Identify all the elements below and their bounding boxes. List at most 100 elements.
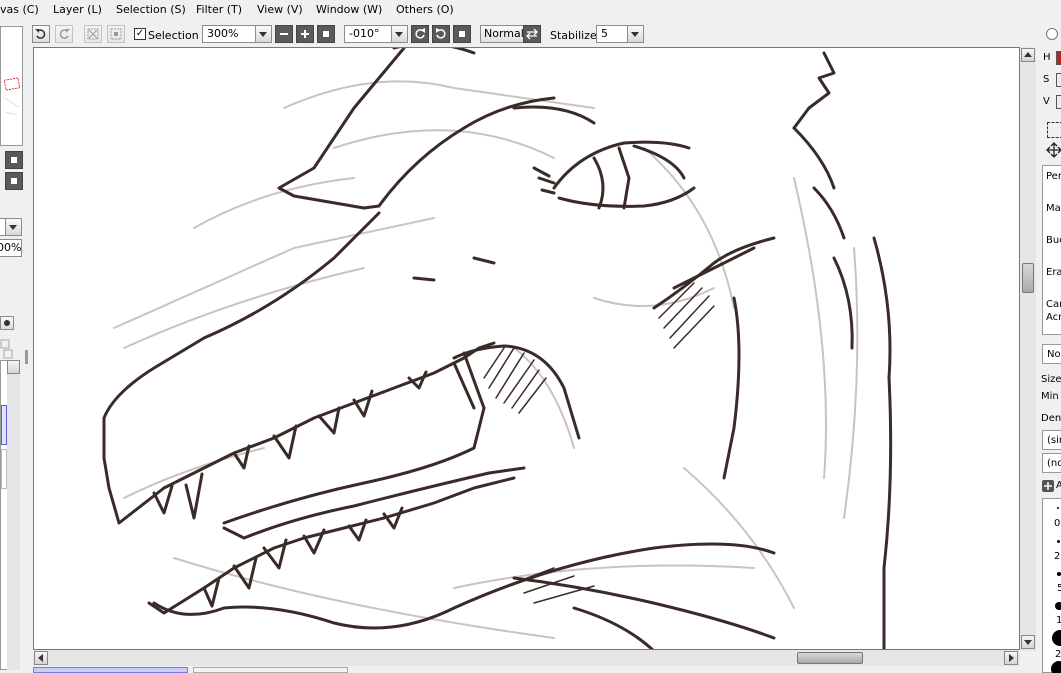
canvas-vertical-scrollbar[interactable] [1020, 47, 1036, 651]
brush-size-list: 0. 2. 5 1( 2 [1042, 498, 1061, 673]
redo-button[interactable] [55, 25, 73, 43]
navigator-thumbnail [2, 77, 21, 116]
rough-sketch-lines [113, 80, 859, 639]
rotation-reset-button[interactable] [453, 25, 471, 43]
select-tool-icon[interactable] [1047, 122, 1061, 138]
canvas-tab[interactable] [193, 667, 348, 673]
deselect-icon [87, 28, 99, 40]
navigator-preview [0, 26, 23, 146]
square-icon [323, 31, 329, 37]
selection-label: Selection [148, 29, 199, 42]
scroll-up-button[interactable] [7, 360, 20, 374]
canvas-horizontal-scrollbar[interactable] [33, 650, 1020, 666]
flip-view-button[interactable] [523, 25, 541, 43]
tool-acrylic[interactable]: Acr [1046, 312, 1061, 323]
size-label: Size [1041, 374, 1061, 385]
min-size-label: Min [1041, 391, 1059, 402]
zoom-out-button[interactable] [275, 25, 293, 43]
brush-blend-select[interactable]: No [1042, 344, 1061, 364]
chevron-down-icon [5, 219, 21, 235]
chevron-down-icon [627, 26, 643, 42]
flip-icon [526, 28, 538, 40]
triangle-down-icon [1024, 640, 1032, 645]
menu-window[interactable]: Window (W) [316, 3, 382, 16]
invert-selection-button[interactable] [107, 25, 125, 43]
horizontal-scroll-thumb[interactable] [797, 652, 863, 664]
rotate-left-button[interactable] [411, 25, 429, 43]
menu-view[interactable]: View (V) [257, 3, 303, 16]
chevron-down-icon [255, 26, 271, 42]
brush-dot[interactable] [1057, 507, 1059, 509]
rotation-value: -010° [349, 27, 380, 40]
scroll-up-button[interactable] [1021, 48, 1035, 62]
color-wheel-radio-icon[interactable] [1045, 27, 1059, 41]
nav-button-2[interactable] [5, 172, 23, 190]
menu-filter[interactable]: Filter (T) [196, 3, 242, 16]
zoom-reset-button[interactable] [317, 25, 335, 43]
brush-size-2[interactable]: 2. [1054, 551, 1061, 562]
canvas-tab-active[interactable] [33, 667, 188, 673]
menu-others[interactable]: Others (O) [396, 3, 454, 16]
square-icon [459, 31, 465, 37]
rotate-right-icon [436, 28, 446, 39]
layer-radio-button[interactable] [0, 316, 14, 330]
brush-dot[interactable] [1051, 661, 1061, 673]
saturation-slider[interactable] [1056, 73, 1061, 87]
triangle-right-icon [1009, 654, 1014, 662]
scroll-left-button[interactable] [34, 651, 48, 665]
brush-dot[interactable] [1057, 572, 1061, 576]
menu-layer[interactable]: Layer (L) [53, 3, 102, 16]
menu-canvas[interactable]: vas (C) [0, 3, 39, 16]
layer-opacity[interactable]: 00% [0, 239, 22, 257]
tool-pen[interactable]: Pen [1046, 171, 1061, 182]
brush-size-4[interactable]: 1( [1056, 615, 1061, 626]
brush-dot[interactable] [1055, 602, 1061, 610]
triangle-left-icon [38, 654, 43, 662]
layer-blend-select[interactable] [0, 218, 22, 236]
zoom-in-button[interactable] [296, 25, 314, 43]
rotate-right-button[interactable] [432, 25, 450, 43]
saturation-label: S [1043, 74, 1050, 85]
plus-icon [1044, 482, 1052, 490]
tool-bucket[interactable]: Buc [1046, 235, 1061, 246]
deselect-button[interactable] [84, 25, 102, 43]
nav-button-1[interactable] [5, 151, 23, 169]
opacity-value: 00% [0, 241, 22, 254]
menu-selection[interactable]: Selection (S) [116, 3, 186, 16]
brush-size-1[interactable]: 0. [1054, 518, 1061, 529]
ink-outline-lines [102, 48, 893, 649]
brush-blend-value: No [1047, 349, 1061, 360]
tool-eraser[interactable]: Era [1046, 267, 1061, 278]
stabilizer-label: Stabilizer [550, 29, 602, 42]
new-layer-icon [0, 339, 13, 359]
move-tool-icon[interactable] [1046, 142, 1061, 158]
brush-texture-value: (no [1047, 458, 1061, 469]
stabilizer-select[interactable]: 5 [596, 25, 644, 43]
hue-slider[interactable] [1056, 51, 1061, 65]
tool-marker[interactable]: Mar [1046, 203, 1061, 214]
scroll-down-button[interactable] [1021, 635, 1035, 649]
hue-label: H [1043, 52, 1051, 63]
rotation-select[interactable]: -010° [344, 25, 408, 43]
brush-size-5[interactable]: 2 [1055, 649, 1061, 660]
layer-list-scrollbar[interactable] [7, 360, 20, 670]
blend-mode-button[interactable]: Normal [480, 25, 528, 43]
splitter-handle[interactable] [25, 350, 28, 364]
canvas-tabs [33, 667, 363, 673]
vertical-scroll-thumb[interactable] [1022, 263, 1034, 293]
value-slider[interactable] [1056, 95, 1061, 109]
tool-car[interactable]: Car [1046, 299, 1061, 310]
scroll-right-button[interactable] [1004, 651, 1018, 665]
brush-size-3[interactable]: 5 [1057, 583, 1061, 594]
brush-dot[interactable] [1052, 630, 1061, 646]
drawing-canvas[interactable] [33, 47, 1020, 650]
selection-checkbox[interactable]: ✓ [134, 28, 146, 40]
brush-shape-select[interactable]: (sir [1042, 430, 1061, 450]
brush-dot[interactable] [1057, 540, 1060, 543]
brush-texture-select[interactable]: (no [1042, 453, 1061, 473]
zoom-select[interactable]: 300% [202, 25, 272, 43]
invert-selection-icon [110, 28, 122, 40]
undo-button[interactable] [32, 25, 50, 43]
add-brush-button[interactable] [1042, 480, 1054, 492]
value-label: V [1043, 96, 1050, 107]
